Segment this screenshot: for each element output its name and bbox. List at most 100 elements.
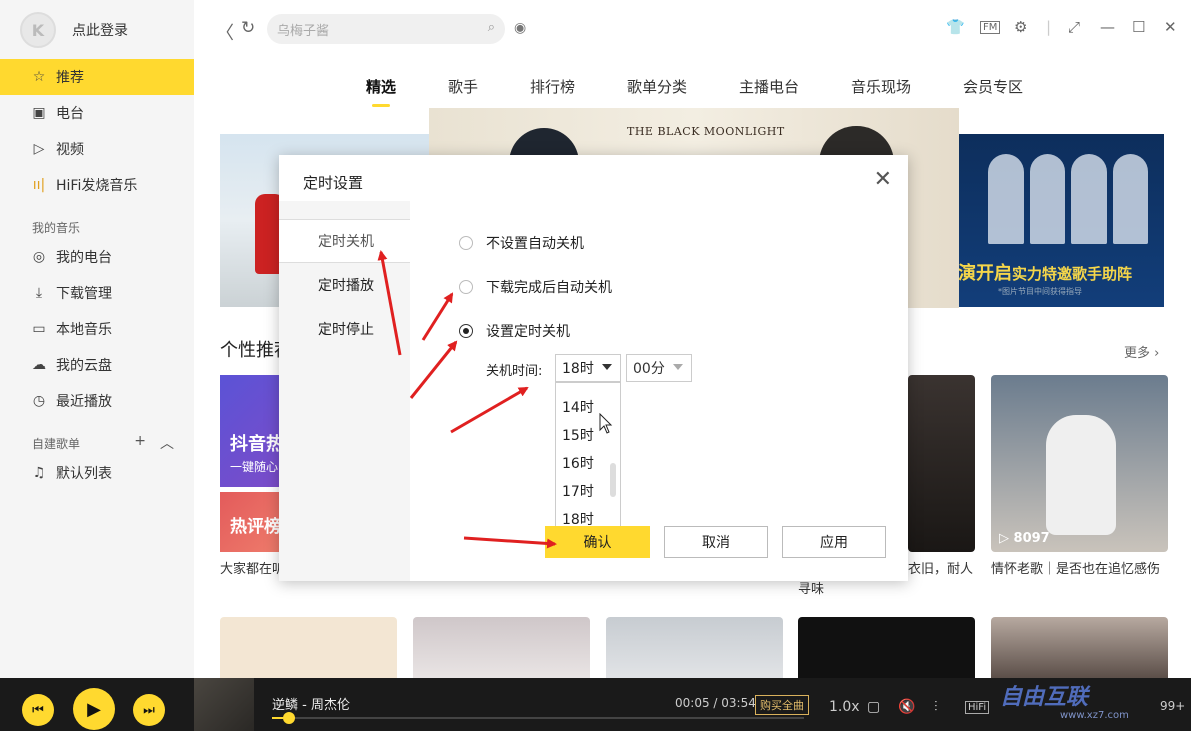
maximize-icon[interactable]: ☐ bbox=[1132, 18, 1145, 36]
refresh-icon[interactable]: ↻ bbox=[241, 18, 255, 38]
sidebar-item-download[interactable]: ⤓ 下载管理 bbox=[0, 275, 194, 311]
card-row2-2[interactable] bbox=[413, 617, 590, 678]
card-row2-4[interactable] bbox=[798, 617, 975, 678]
search-icon[interactable]: ⌕ bbox=[488, 20, 495, 35]
minute-select[interactable]: 00分 bbox=[626, 354, 692, 382]
collapse-icon[interactable]: ︿ bbox=[160, 433, 174, 453]
card-row2-1[interactable] bbox=[220, 617, 397, 678]
confirm-button[interactable]: 确认 bbox=[545, 526, 650, 558]
radio-button[interactable] bbox=[459, 236, 473, 250]
card-douyin[interactable]: 抖音热 一键随心 bbox=[220, 375, 284, 487]
card-row2-5[interactable] bbox=[991, 617, 1168, 678]
side-item-timed-play[interactable]: 定时播放 bbox=[279, 263, 410, 307]
avatar[interactable]: K bbox=[20, 12, 56, 48]
tab-live-music[interactable]: 音乐现场 bbox=[851, 76, 911, 97]
sidebar-item-label: 视频 bbox=[56, 142, 84, 158]
song-title[interactable]: 逆鳞 - 周杰伦 bbox=[272, 694, 350, 713]
play-count: ▷ 8097 bbox=[999, 531, 1050, 546]
watermark-url: www.xz7.com bbox=[1060, 710, 1129, 721]
hour-option[interactable]: 17时 bbox=[562, 481, 594, 501]
card-4[interactable] bbox=[908, 375, 975, 552]
sidebar-item-hifi[interactable]: ıı| HiFi发烧音乐 bbox=[0, 167, 194, 203]
sidebar-item-local[interactable]: ▭ 本地音乐 bbox=[0, 311, 194, 347]
fm-icon[interactable]: FM bbox=[980, 21, 1001, 34]
card-5[interactable]: ▷ 8097 bbox=[991, 375, 1168, 552]
card-row2-3[interactable] bbox=[606, 617, 783, 678]
cancel-button[interactable]: 取消 bbox=[664, 526, 768, 558]
radio-button-selected[interactable] bbox=[459, 324, 473, 338]
card-hot-comments[interactable]: 热评榜 bbox=[220, 492, 281, 552]
card-caption[interactable]: 情怀老歌｜是否也在追忆感伤 bbox=[991, 560, 1168, 580]
playlist-icon: ♫ bbox=[32, 465, 46, 481]
video-icon: ▷ bbox=[33, 141, 45, 157]
tab-vip[interactable]: 会员专区 bbox=[963, 76, 1023, 97]
banner-right[interactable]: 演开启实力特邀歌手助阵 *图片节目中间获得指导 bbox=[958, 134, 1164, 307]
divider: | bbox=[1046, 18, 1052, 36]
login-label[interactable]: 点此登录 bbox=[72, 20, 128, 40]
equalizer-icon[interactable]: ⫶ bbox=[934, 699, 938, 715]
play-button[interactable]: ▶ bbox=[73, 688, 115, 730]
apply-button[interactable]: 应用 bbox=[782, 526, 886, 558]
dropdown-scrollbar[interactable] bbox=[610, 463, 616, 497]
buy-full-song-button[interactable]: 购买全曲 bbox=[755, 695, 809, 715]
sidebar-item-video[interactable]: ▷ 视频 bbox=[0, 131, 194, 167]
sidebar-item-my-radio[interactable]: ◎ 我的电台 bbox=[0, 239, 194, 275]
progress-bar[interactable] bbox=[272, 712, 804, 724]
card-douyin-title: 抖音热 bbox=[230, 434, 284, 455]
tab-charts[interactable]: 排行榜 bbox=[530, 76, 575, 97]
minimize-icon[interactable]: — bbox=[1100, 18, 1115, 36]
playlist-count[interactable]: 99+ bbox=[1160, 699, 1185, 713]
card-douyin-sub: 一键随心 bbox=[230, 460, 279, 474]
dropdown-arrow-icon bbox=[673, 364, 683, 370]
album-cover[interactable] bbox=[194, 678, 254, 731]
hour-select[interactable]: 18时 bbox=[555, 354, 621, 382]
more-link[interactable]: 更多 › bbox=[1124, 342, 1159, 361]
tab-featured[interactable]: 精选 bbox=[366, 76, 396, 97]
option-timed-shutdown[interactable]: 设置定时关机 bbox=[459, 321, 570, 341]
settings-icon[interactable]: ⚙ bbox=[1014, 18, 1027, 36]
skin-icon[interactable]: 👕 bbox=[946, 18, 965, 36]
tab-singers[interactable]: 歌手 bbox=[448, 76, 478, 97]
sidebar-item-label: 我的云盘 bbox=[56, 358, 112, 374]
card-caption[interactable]: 大家都在听 bbox=[220, 560, 280, 580]
sidebar-item-recent[interactable]: ◷ 最近播放 bbox=[0, 383, 194, 419]
tab-anchor-radio[interactable]: 主播电台 bbox=[739, 76, 799, 97]
sidebar-item-radio[interactable]: ▣ 电台 bbox=[0, 95, 194, 131]
top-bar: 〈 ↻ 乌梅子酱 ⌕ ◉ 👕 FM ⚙ | ⤢ — ☐ ✕ bbox=[194, 0, 1191, 58]
card-hot-title: 热评榜 bbox=[230, 517, 281, 537]
mute-icon[interactable]: 🔇 bbox=[898, 699, 915, 715]
option-label: 下载完成后自动关机 bbox=[486, 280, 612, 296]
hour-option[interactable]: 16时 bbox=[562, 453, 594, 473]
hifi-icon: ıı| bbox=[32, 177, 46, 193]
mini-mode-icon[interactable]: ⤢ bbox=[1068, 18, 1080, 36]
minute-value: 00分 bbox=[633, 361, 665, 377]
back-icon[interactable]: 〈 bbox=[216, 19, 234, 45]
voice-search-icon[interactable]: ◉ bbox=[514, 20, 526, 36]
hour-option[interactable]: 15时 bbox=[562, 425, 594, 445]
sidebar-item-cloud[interactable]: ☁ 我的云盘 bbox=[0, 347, 194, 383]
more-label: 更多 bbox=[1124, 346, 1151, 361]
search-input[interactable]: 乌梅子酱 ⌕ bbox=[267, 14, 505, 44]
option-no-shutdown[interactable]: 不设置自动关机 bbox=[459, 233, 584, 253]
dialog-sidebar: 定时关机 定时播放 定时停止 bbox=[279, 201, 410, 581]
close-icon[interactable]: ✕ bbox=[874, 167, 892, 192]
radio-button[interactable] bbox=[459, 280, 473, 294]
sidebar-item-recommend[interactable]: ☆ 推荐 bbox=[0, 59, 194, 95]
shutdown-time-label: 关机时间: bbox=[486, 364, 543, 379]
option-shutdown-after-download[interactable]: 下载完成后自动关机 bbox=[459, 277, 612, 297]
hifi-badge[interactable]: HiFi bbox=[965, 701, 990, 714]
add-playlist-icon[interactable]: + bbox=[134, 433, 146, 449]
user-login[interactable]: K 点此登录 bbox=[20, 12, 128, 48]
clock-icon: ◷ bbox=[32, 393, 46, 409]
mini-player-icon[interactable]: ▢ bbox=[867, 699, 880, 715]
progress-knob[interactable] bbox=[283, 712, 296, 724]
speed-button[interactable]: 1.0x bbox=[829, 699, 860, 715]
next-button[interactable]: ⏭ bbox=[133, 694, 165, 726]
close-icon[interactable]: ✕ bbox=[1164, 18, 1177, 36]
hour-option[interactable]: 14时 bbox=[562, 397, 594, 417]
side-item-timed-stop[interactable]: 定时停止 bbox=[279, 307, 410, 351]
previous-button[interactable]: ⏮ bbox=[22, 694, 54, 726]
tab-playlist-categories[interactable]: 歌单分类 bbox=[627, 76, 687, 97]
side-item-shutdown[interactable]: 定时关机 bbox=[279, 219, 410, 263]
sidebar-item-default-list[interactable]: ♫ 默认列表 bbox=[0, 455, 194, 491]
